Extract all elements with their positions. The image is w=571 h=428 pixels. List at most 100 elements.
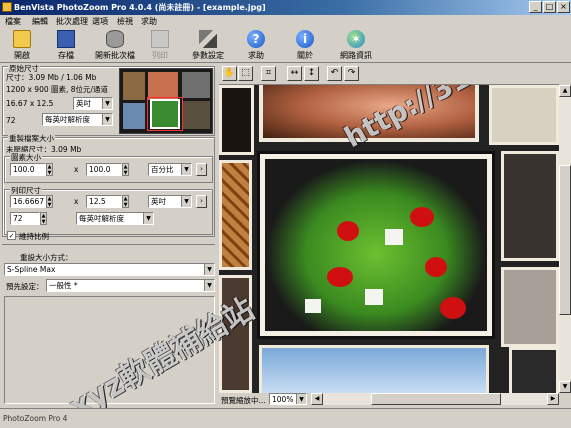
original-unit-value: 英吋 [76,99,91,108]
globe-icon: ✶ [347,30,365,48]
scroll-down-icon[interactable]: ▼ [559,381,571,393]
scroll-up-icon[interactable]: ▲ [559,85,571,97]
pixel-preset-button[interactable]: › [196,163,207,176]
original-file-size: 尺寸：3.09 Mb / 1.06 Mb [6,73,97,82]
thumb-tile [182,101,210,129]
pixel-width-input[interactable]: 100.0 [10,163,46,176]
preset-label: 預先設定： [6,282,44,291]
pixel-width-spinner[interactable]: ▲ ▼ [46,163,53,176]
resize-method-select[interactable]: S-Spline Max ▼ [4,263,215,276]
pixel-unit-value: 百分比 [151,165,174,174]
preview-footer: 預覽縮放中... 100% ▼ ◀ ▶ [219,393,571,406]
thumb-tile [123,103,145,129]
maximize-button[interactable]: □ [543,1,556,13]
preset-select[interactable]: 一般性 * ▼ [46,279,215,292]
zoom-value: 100% [272,395,294,404]
preview-canvas[interactable]: http://31.to [219,85,559,393]
zoom-select[interactable]: 100% ▼ [269,393,307,405]
resize-method-heading: 重設大小方式： [20,253,73,262]
pixel-height-input[interactable]: 100.0 [86,163,122,176]
tomato [337,221,359,241]
print-height-input[interactable]: 12.5 [86,195,122,208]
resolution-unit-value: 每英吋解析度 [79,214,124,223]
original-dimensions: 16.67 x 12.5 [6,99,54,108]
photo-main [257,151,495,339]
menu-help[interactable]: 求助 [141,16,157,27]
rotate-left-icon[interactable]: ↶ [327,66,342,81]
rotate-right-icon[interactable]: ↷ [344,66,359,81]
horizontal-scrollbar[interactable]: ◀ ▶ [311,393,559,405]
resolution-unit-select[interactable]: 每英吋解析度 ▼ [76,212,154,225]
menu-view[interactable]: 檢視 [117,16,133,27]
print-width-spinner[interactable]: ▲ ▼ [46,195,53,208]
batch-icon [106,30,124,48]
original-resolution-select[interactable]: 每英吋解析度 ▼ [42,113,113,126]
vertical-scroll-thumb[interactable] [559,165,571,315]
photo-tile [489,85,559,145]
status-text: PhotoZoom Pro 4 [3,414,68,423]
folder-icon [13,30,31,48]
window-title: BenVista PhotoZoom Pro 4.0.4 (尚未註冊) - [e… [14,3,266,12]
print-button[interactable]: 列印 [142,30,178,62]
status-bar: PhotoZoom Pro 4 [0,408,571,428]
new-batch-label: 開新批次檔 [95,51,135,60]
original-unit-select[interactable]: 英吋 ▼ [73,97,113,110]
feta [365,289,383,305]
chevron-down-icon: ▼ [181,196,191,207]
print-unit-select[interactable]: 英吋 ▼ [148,195,192,208]
new-batch-button[interactable]: 開新批次檔 [92,30,138,62]
menu-batch[interactable]: 批次處理 [56,16,88,27]
keep-ratio-checkbox[interactable]: ✓ [7,231,16,240]
tomato [425,257,447,277]
keep-ratio-label: 維持比例 [19,232,49,241]
preferences-button[interactable]: 參數設定 [188,30,228,62]
select-tool-icon[interactable]: ⬚ [238,66,253,81]
photo-tile [219,160,252,270]
dpi-input[interactable]: 72 [10,212,40,225]
print-label: 列印 [152,51,168,60]
printer-icon [151,30,169,48]
help-button[interactable]: ? 求助 [238,30,274,62]
hand-tool-icon[interactable]: ✋ [222,66,237,81]
minimize-button[interactable]: _ [529,1,542,13]
thumb-tile [148,72,178,100]
title-bar: BenVista PhotoZoom Pro 4.0.4 (尚未註冊) - [e… [0,0,571,15]
print-height-spinner[interactable]: ▲ ▼ [122,195,129,208]
pixel-times: x [74,165,79,174]
app-icon [2,2,12,12]
toolbar: 開啟 存檔 開新批次檔 列印 參數設定 ? 求助 i 關於 ✶ 網路資訊 [0,27,571,63]
dpi-spinner[interactable]: ▲ ▼ [40,212,47,225]
original-resolution-value: 每英吋解析度 [45,115,90,124]
save-button[interactable]: 存檔 [48,30,84,62]
feta [305,299,321,313]
pixel-unit-select[interactable]: 百分比 ▼ [148,163,192,176]
menu-edit[interactable]: 編輯 [32,16,48,27]
about-button[interactable]: i 關於 [287,30,323,62]
pixel-height-spinner[interactable]: ▲ ▼ [122,163,129,176]
web-info-button[interactable]: ✶ 網路資訊 [336,30,376,62]
menu-options[interactable]: 選項 [92,16,108,27]
navigator-thumbnail[interactable] [119,68,213,134]
scroll-left-icon[interactable]: ◀ [311,393,323,405]
menu-file[interactable]: 檔案 [5,16,21,27]
salad-photo [265,159,487,331]
horizontal-scroll-thumb[interactable] [371,393,501,405]
close-button[interactable]: × [557,1,570,13]
scroll-right-icon[interactable]: ▶ [547,393,559,405]
floppy-icon [57,30,75,48]
print-preset-button[interactable]: › [196,195,207,208]
thumb-viewport-frame[interactable] [147,97,183,131]
print-width-input[interactable]: 16.6667 [10,195,46,208]
open-button[interactable]: 開啟 [4,30,40,62]
original-pixel-size: 1200 x 900 圖素, 8位元/通道 [6,85,109,94]
help-icon: ? [247,30,265,48]
fit-width-icon[interactable]: ↔ [287,66,302,81]
crop-tool-icon[interactable]: ⌗ [261,66,276,81]
chevron-down-icon: ▼ [102,114,112,125]
divider [2,244,215,245]
web-info-label: 網路資訊 [340,51,372,60]
fit-height-icon[interactable]: ↕ [304,66,319,81]
vertical-scrollbar[interactable]: ▲ ▼ [559,85,571,393]
chevron-down-icon: ▼ [204,280,214,291]
photo-tile [501,151,559,261]
